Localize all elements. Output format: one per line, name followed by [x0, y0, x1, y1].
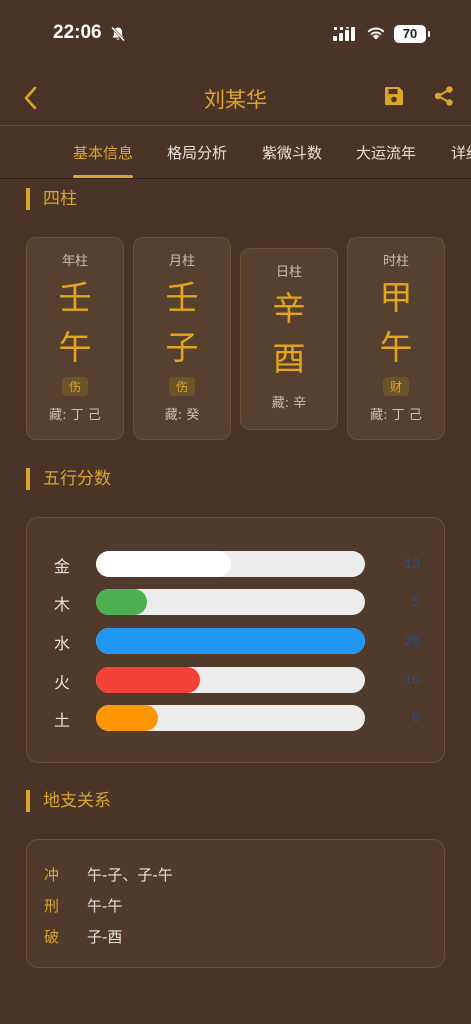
element-name: 木	[54, 595, 71, 614]
tab-details[interactable]: 详细	[451, 142, 471, 163]
element-score: 5	[412, 593, 420, 609]
pillar-heavenly-stem: 甲	[379, 278, 413, 317]
hidden-stems: 藏: 丁 己	[370, 408, 422, 423]
wuxing-row-fire: 火 10	[27, 667, 446, 693]
save-icon[interactable]	[382, 84, 406, 108]
tab-dayun[interactable]: 大运流年	[356, 142, 416, 163]
wuxing-row-metal: 金 13	[27, 551, 446, 577]
status-time: 22:06	[53, 22, 102, 43]
nav-bar: 刘某华	[0, 70, 471, 126]
element-score: 6	[412, 709, 420, 725]
wuxing-row-water: 水 26	[27, 628, 446, 654]
wuxing-row-earth: 土 6	[27, 705, 446, 731]
cellular-signal-icon	[333, 27, 355, 41]
pillar-month: 月柱 壬 子 伤 藏: 癸	[133, 237, 231, 440]
relation-type: 刑	[44, 897, 60, 915]
pillar-label: 时柱	[382, 254, 409, 269]
hidden-stems: 藏: 辛	[271, 396, 307, 411]
pillar-earthly-branch: 午	[58, 328, 92, 367]
score-bar-fill	[96, 589, 148, 615]
share-icon[interactable]	[432, 84, 456, 108]
score-bar-track	[96, 705, 365, 731]
score-bar-fill	[96, 705, 158, 731]
relation-value: 午-子、子-午	[87, 866, 173, 884]
pillar-earthly-branch: 子	[165, 328, 199, 367]
score-bar-track	[96, 628, 365, 654]
branch-relations-card: 冲 午-子、子-午 刑 午-午 破 子-酉	[26, 839, 445, 968]
bell-muted-icon	[111, 26, 125, 42]
hidden-stems: 藏: 丁 己	[49, 408, 101, 423]
wifi-icon	[367, 27, 385, 40]
element-score: 26	[404, 632, 420, 648]
relation-type: 冲	[44, 866, 60, 884]
active-tab-indicator	[73, 175, 133, 178]
element-name: 水	[54, 634, 71, 653]
pillar-label: 年柱	[61, 254, 88, 269]
tab-ziwei[interactable]: 紫微斗数	[262, 142, 322, 163]
pillar-label: 日柱	[275, 265, 302, 280]
score-bar-track	[96, 589, 365, 615]
tab-bar: 基本信息 格局分析 紫微斗数 大运流年 详细	[0, 127, 471, 179]
relation-type: 破	[44, 928, 60, 946]
relation-value: 午-午	[87, 897, 123, 915]
tab-basic-info[interactable]: 基本信息	[73, 142, 133, 163]
element-name: 火	[54, 673, 71, 692]
pillar-heavenly-stem: 辛	[272, 289, 306, 328]
wuxing-row-wood: 木 5	[27, 589, 446, 615]
element-score: 13	[404, 555, 420, 571]
pillar-heavenly-stem: 壬	[58, 278, 92, 317]
pillar-earthly-branch: 午	[379, 328, 413, 367]
pillar-day: 日柱 辛 酉 藏: 辛	[240, 248, 338, 430]
score-bar-fill	[96, 551, 231, 577]
score-bar-track	[96, 551, 365, 577]
status-bar: 22:06 70	[0, 0, 471, 70]
element-name: 土	[54, 711, 71, 730]
element-name: 金	[54, 557, 71, 576]
shishen-badge: 伤	[168, 377, 195, 396]
battery-indicator: 70	[394, 25, 430, 43]
tab-pattern-analysis[interactable]: 格局分析	[167, 142, 227, 163]
hidden-stems: 藏: 癸	[164, 408, 200, 423]
pillar-label: 月柱	[168, 254, 195, 269]
shishen-badge: 伤	[61, 377, 88, 396]
element-score: 10	[404, 671, 420, 687]
score-bar-fill	[96, 667, 200, 693]
score-bar-track	[96, 667, 365, 693]
section-title-wuxing: 五行分数	[26, 468, 111, 490]
section-title-sizhu: 四柱	[26, 188, 77, 210]
pillar-heavenly-stem: 壬	[165, 278, 199, 317]
relation-value: 子-酉	[87, 928, 123, 946]
shishen-badge: 财	[382, 377, 409, 396]
wuxing-card: 金 13 木 5 水 26 火 10 土 6	[26, 517, 445, 763]
section-title-dizhi: 地支关系	[26, 790, 111, 812]
score-bar-fill	[96, 628, 365, 654]
pillar-hour: 时柱 甲 午 财 藏: 丁 己	[347, 237, 445, 440]
pillar-year: 年柱 壬 午 伤 藏: 丁 己	[26, 237, 124, 440]
pillar-earthly-branch: 酉	[272, 339, 306, 378]
